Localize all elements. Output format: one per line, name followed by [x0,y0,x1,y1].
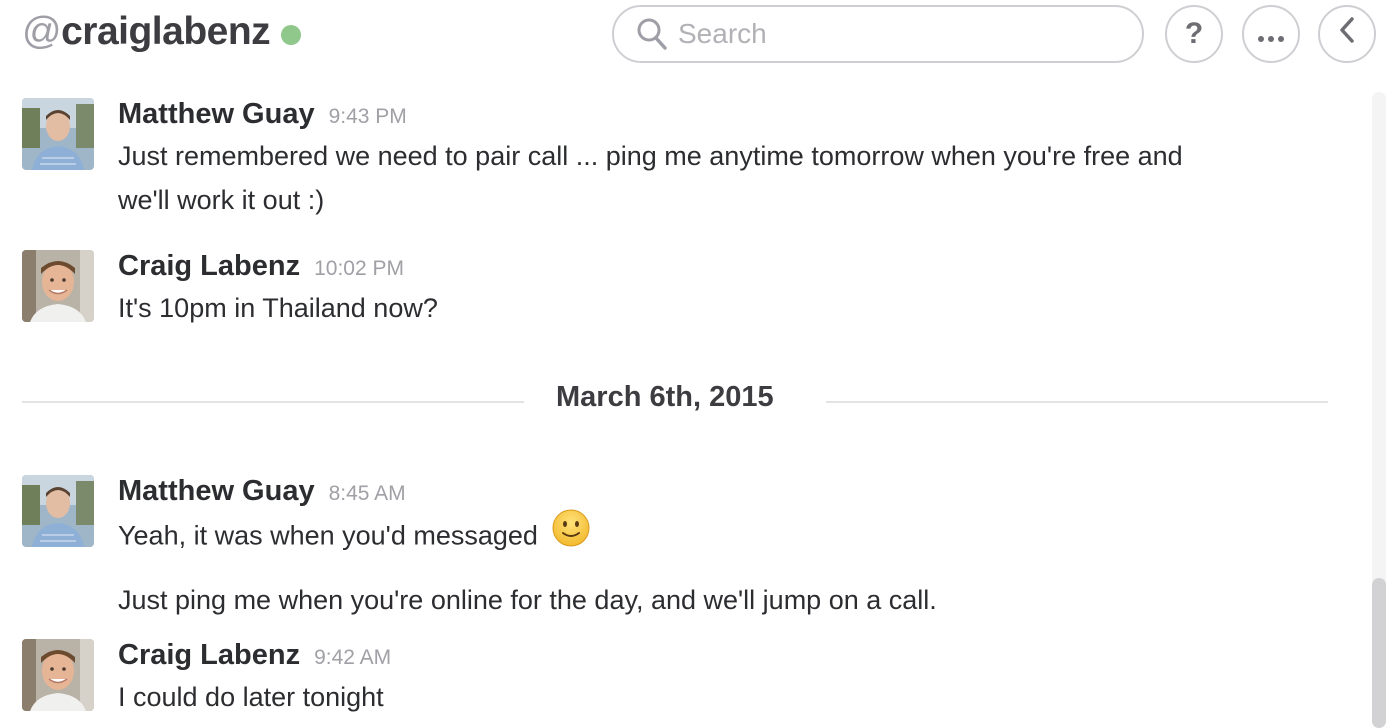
message-author[interactable]: Matthew Guay [118,98,315,131]
help-icon: ? [1184,17,1204,50]
message-author[interactable]: Craig Labenz [118,639,300,672]
message-text: Yeah, it was when you'd messaged [118,508,1338,564]
message-body: Craig Labenz 9:42 AM I could do later to… [118,639,1338,719]
message-text: we'll work it out :) [118,185,325,215]
message-timestamp[interactable]: 10:02 PM [314,257,404,281]
channel-header: @ craiglabenz ? [0,0,1394,80]
at-symbol: @ [22,10,62,53]
message-timestamp[interactable]: 8:45 AM [329,482,406,506]
message-body: Matthew Guay 9:43 PM Just remembered we … [118,98,1338,222]
search-input[interactable] [676,17,1120,51]
message-author[interactable]: Matthew Guay [118,475,315,508]
divider-line-right [826,401,1328,403]
avatar-craig-labenz[interactable] [22,250,94,322]
message-text: I could do later tonight [118,682,384,712]
avatar-matthew-guay[interactable] [22,475,94,547]
back-button[interactable] [1318,5,1376,63]
channel-title[interactable]: @ craiglabenz [22,10,302,54]
avatar-matthew-guay[interactable] [22,98,94,170]
help-button[interactable]: ? [1165,5,1223,63]
divider-line-left [22,401,524,403]
scrollbar-track[interactable] [1372,92,1386,728]
message-timestamp[interactable]: 9:42 AM [314,646,391,670]
ellipsis-icon [1256,17,1286,51]
message-text-content: Yeah, it was when you'd messaged [118,520,538,551]
more-actions-button[interactable] [1242,5,1300,63]
message-text: It's 10pm in Thailand now? [118,293,438,323]
message-text: Just ping me when you're online for the … [118,585,937,615]
message-timestamp[interactable]: 9:43 PM [329,105,407,129]
search-box[interactable] [612,5,1144,63]
message-text: Just remembered we need to pair call ...… [118,141,1183,171]
chevron-left-icon [1337,16,1357,52]
presence-indicator [281,25,302,45]
search-icon [630,12,674,56]
avatar-craig-labenz[interactable] [22,639,94,711]
message-author[interactable]: Craig Labenz [118,250,300,283]
scrollbar-thumb[interactable] [1372,578,1386,728]
message-body: Matthew Guay 8:45 AM Yeah, it was when y… [118,475,1338,622]
channel-name: craiglabenz [61,10,271,53]
date-divider-label[interactable]: March 6th, 2015 [556,381,774,414]
message-list: Matthew Guay 9:43 PM Just remembered we … [0,80,1360,728]
date-divider: March 6th, 2015 [22,381,1328,425]
message-body: Craig Labenz 10:02 PM It's 10pm in Thail… [118,250,1338,330]
slightly-smiling-emoji-icon[interactable] [551,508,591,561]
